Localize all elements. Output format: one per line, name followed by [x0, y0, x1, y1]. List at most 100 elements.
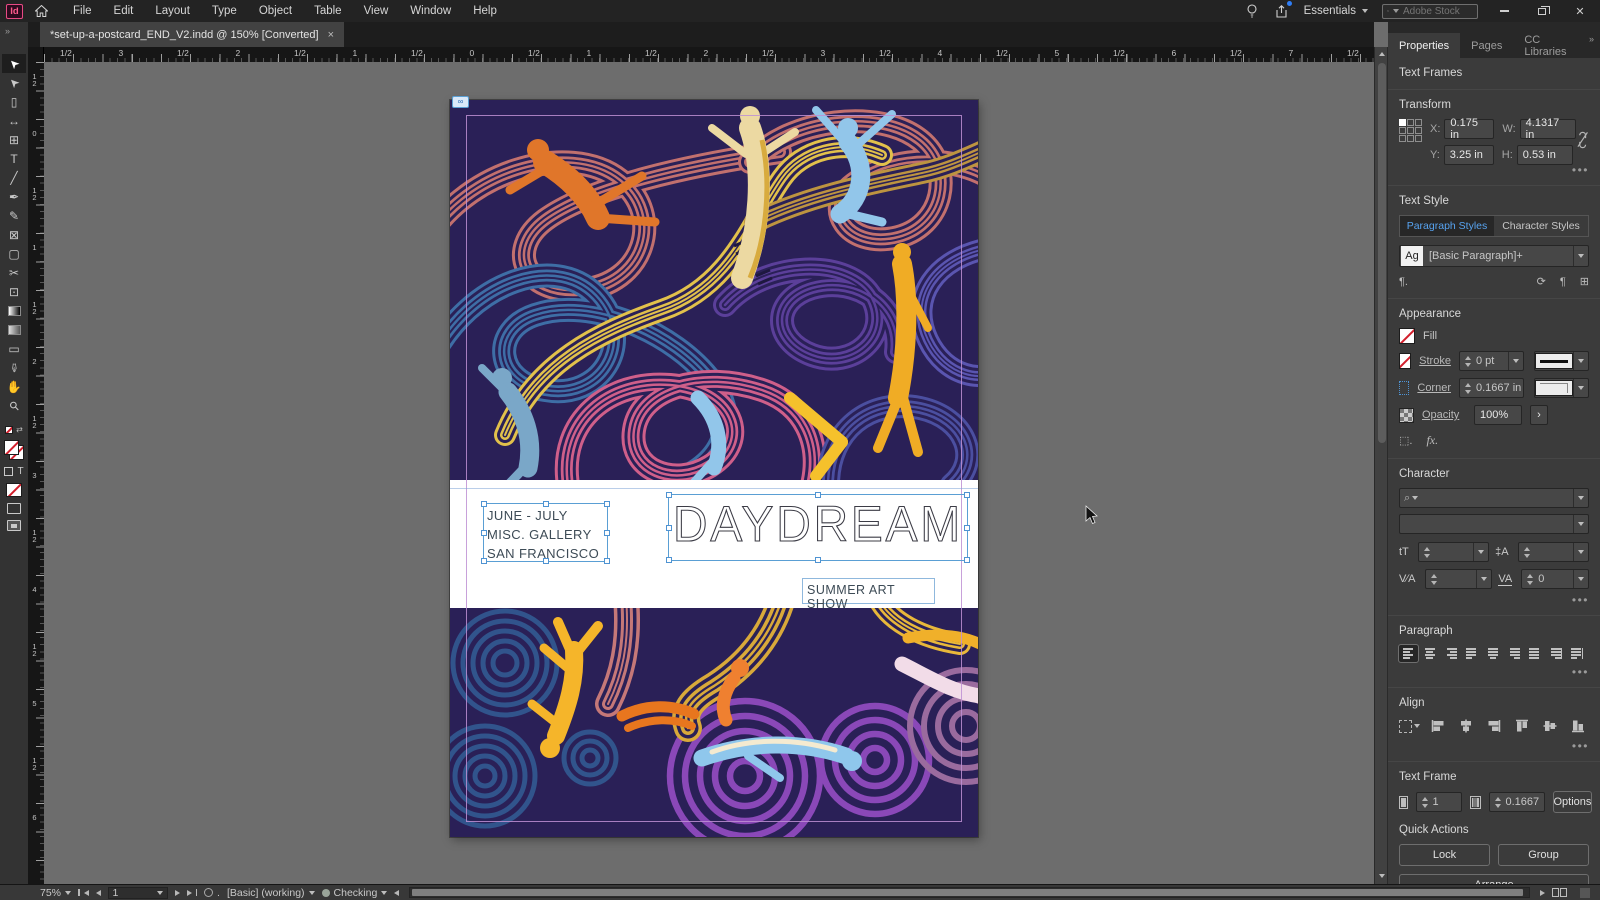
stroke-weight-stepper[interactable]: 0 pt — [1459, 351, 1524, 371]
previous-page-button[interactable] — [95, 889, 101, 896]
title-text-frame[interactable]: DAYDREAM — [666, 492, 970, 563]
panel-overflow-icon[interactable]: » — [1589, 34, 1600, 58]
page-tool[interactable]: ▯ — [2, 92, 26, 111]
formatting-affects-container-icon[interactable] — [4, 467, 14, 476]
paragraph-justify-last-right-button[interactable] — [1504, 645, 1523, 662]
vertical-scrollbar-thumb[interactable] — [1378, 63, 1386, 443]
document-tab[interactable]: *set-up-a-postcard_END_V2.indd @ 150% [C… — [40, 22, 345, 47]
align-align-top-button[interactable] — [1512, 717, 1533, 735]
tab-pages[interactable]: Pages — [1460, 33, 1513, 58]
rectangle-tool[interactable]: ▢ — [2, 244, 26, 263]
ruler-corner[interactable] — [28, 47, 44, 62]
scissors-tool[interactable]: ✂ — [2, 263, 26, 282]
paragraph-style-select[interactable]: Ag [Basic Paragraph]+ — [1399, 245, 1589, 267]
gradient-swatch-tool[interactable] — [2, 301, 26, 320]
paragraph-more-icon[interactable]: ••• — [1399, 666, 1589, 678]
hand-tool[interactable]: ✋ — [2, 377, 26, 396]
formatting-affects-text-icon[interactable]: T — [17, 466, 23, 477]
tracking-stepper[interactable]: 0 — [1521, 569, 1589, 589]
create-style-icon[interactable]: ⊞ — [1580, 275, 1589, 288]
menu-table[interactable]: Table — [314, 5, 342, 17]
preflight-profile-select[interactable]: [Basic] (working) — [227, 887, 315, 899]
opacity-flyout-button[interactable]: › — [1530, 405, 1548, 425]
content-collector-tool[interactable]: ⊞ — [2, 130, 26, 149]
stroke-style-select[interactable] — [1534, 351, 1589, 371]
line-tool[interactable]: ╱ — [2, 168, 26, 187]
paragraph-align-toward-spine-button[interactable] — [1546, 645, 1565, 662]
selection-tool[interactable]: ➤ — [2, 54, 26, 73]
fill-swatch-none[interactable] — [4, 440, 19, 455]
font-size-stepper[interactable] — [1417, 542, 1490, 562]
paragraph-styles-tab[interactable]: Paragraph Styles — [1400, 216, 1494, 236]
pen-tool[interactable]: ✒ — [2, 187, 26, 206]
zoom-tool[interactable]: ⚲ — [2, 396, 26, 415]
screen-mode-icon[interactable] — [7, 503, 21, 514]
frame-effects-icon[interactable]: ⬚. — [1399, 434, 1412, 447]
horizontal-scrollbar-thumb[interactable] — [412, 889, 1523, 896]
paragraph-align-right-button[interactable] — [1441, 645, 1460, 662]
type-tool[interactable]: T — [2, 149, 26, 168]
opacity-field[interactable]: 100% — [1474, 405, 1522, 425]
apply-none-button[interactable] — [6, 483, 22, 497]
preflight-status[interactable]: Checking — [321, 887, 388, 899]
tab-properties[interactable]: Properties — [1388, 33, 1461, 58]
align-align-vertical-center-button[interactable] — [1540, 717, 1561, 735]
menu-view[interactable]: View — [364, 5, 389, 17]
corner-label[interactable]: Corner — [1417, 382, 1451, 394]
close-button[interactable]: ✕ — [1568, 3, 1592, 19]
window-resize-grip[interactable] — [1580, 887, 1590, 898]
subtitle-text-frame[interactable]: SUMMER ART SHOW — [802, 578, 935, 611]
align-more-icon[interactable]: ••• — [1399, 740, 1589, 752]
align-align-bottom-button[interactable] — [1568, 717, 1589, 735]
kerning-stepper[interactable] — [1424, 569, 1493, 589]
selection-handle[interactable] — [666, 492, 672, 498]
paragraph-mark-icon[interactable]: ¶. — [1399, 276, 1408, 288]
stroke-color-swatch[interactable] — [1399, 353, 1412, 369]
preview-mode-icon[interactable] — [7, 520, 21, 531]
first-page-button[interactable] — [78, 889, 89, 896]
home-icon[interactable] — [33, 3, 49, 19]
selection-handle[interactable] — [481, 529, 487, 536]
default-fill-stroke-icon[interactable] — [5, 425, 14, 434]
paragraph-justify-last-left-button[interactable] — [1462, 645, 1481, 662]
menu-help[interactable]: Help — [473, 5, 497, 17]
clear-override-icon[interactable]: ¶ — [1560, 276, 1566, 288]
selection-handle[interactable] — [481, 501, 487, 507]
leading-stepper[interactable] — [1517, 542, 1589, 562]
pasteboard[interactable]: 120121122123124125126 JUNE - JULY MISC. … — [28, 62, 1374, 884]
frame-tool[interactable]: ⊠ — [2, 225, 26, 244]
transform-y-field[interactable]: 3.25 in — [1443, 145, 1494, 165]
direct-selection-tool[interactable]: ➤ — [2, 73, 26, 92]
horizontal-scrollbar[interactable] — [409, 887, 1530, 898]
character-more-icon[interactable]: ••• — [1399, 594, 1589, 606]
transform-more-icon[interactable]: ••• — [1399, 164, 1589, 176]
effects-fx-icon[interactable]: fx. — [1426, 433, 1438, 448]
paragraph-align-center-button[interactable] — [1420, 645, 1439, 662]
scroll-left-arrow[interactable] — [394, 889, 400, 896]
selection-handle[interactable] — [815, 557, 821, 563]
reference-point-grid[interactable] — [1399, 119, 1422, 142]
paragraph-justify-all-button[interactable] — [1525, 645, 1544, 662]
paragraph-align-left-button[interactable] — [1398, 644, 1419, 663]
tab-cc-libraries[interactable]: CC Libraries — [1513, 33, 1589, 58]
text-frame-options-button[interactable]: Options — [1552, 791, 1593, 813]
selection-handle[interactable] — [666, 557, 672, 563]
minimize-button[interactable] — [1492, 3, 1516, 19]
corner-shape-select[interactable] — [1534, 378, 1589, 398]
font-style-select[interactable] — [1399, 514, 1589, 534]
constrain-proportions-icon[interactable] — [1576, 127, 1589, 153]
close-tab-icon[interactable]: × — [328, 29, 334, 41]
transform-h-field[interactable]: 0.53 in — [1516, 145, 1573, 165]
selection-handle[interactable] — [481, 558, 487, 564]
lock-button[interactable]: Lock — [1399, 844, 1490, 866]
menu-file[interactable]: File — [73, 5, 92, 17]
font-family-select[interactable]: ⌕ — [1399, 488, 1589, 508]
eyedropper-tool[interactable]: ✑ — [2, 358, 26, 377]
workspace-switcher[interactable]: Essentials — [1304, 5, 1368, 17]
scroll-right-arrow[interactable] — [1540, 889, 1545, 896]
gradient-feather-tool[interactable] — [2, 320, 26, 339]
spread-view-icon[interactable] — [1552, 888, 1567, 897]
postcard-page[interactable]: JUNE - JULY MISC. GALLERY SAN FRANCISCO … — [450, 96, 978, 837]
tools-overflow-icon[interactable]: » — [0, 22, 28, 36]
fill-stroke-swatches[interactable] — [4, 440, 24, 460]
